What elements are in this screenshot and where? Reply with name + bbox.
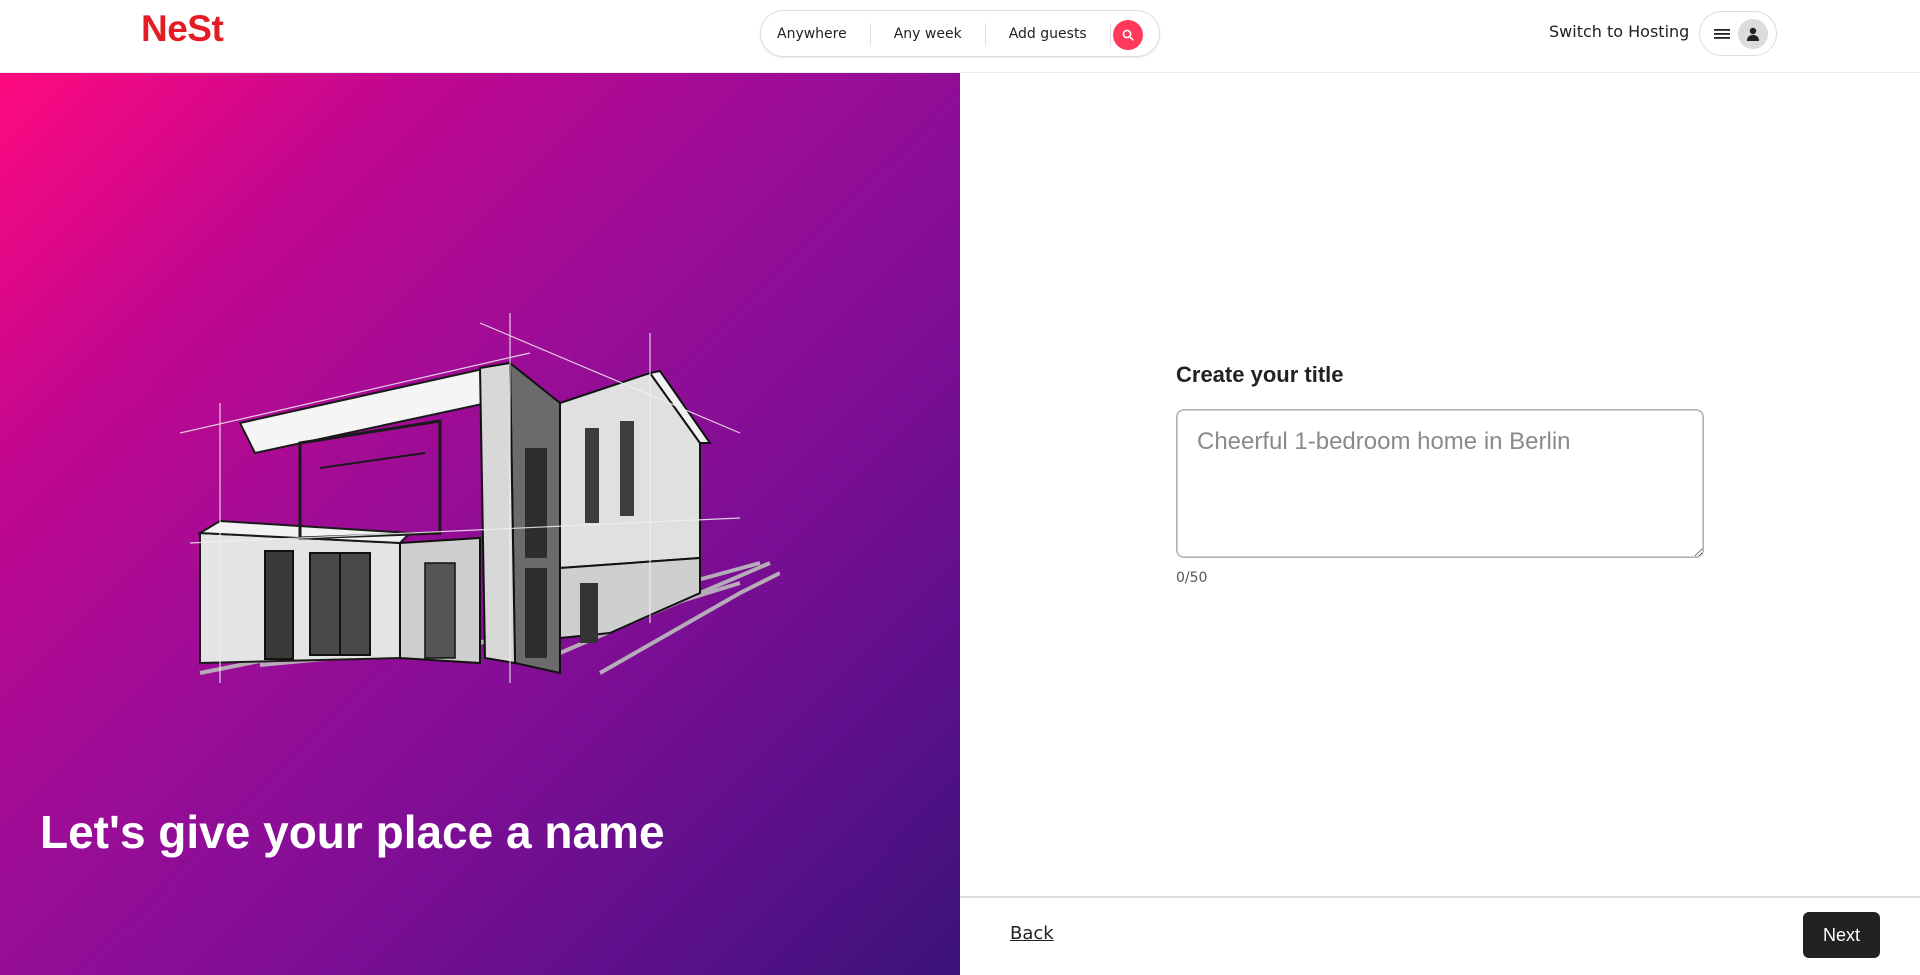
house-sketch-illustration <box>180 313 780 683</box>
search-bar[interactable]: Anywhere Any week Add guests <box>760 10 1160 57</box>
search-icon <box>1122 29 1134 41</box>
logo[interactable]: NeSt <box>141 8 224 50</box>
menu-icon <box>1714 28 1730 39</box>
switch-to-hosting-link[interactable]: Switch to Hosting <box>1549 22 1689 41</box>
search-location[interactable]: Anywhere <box>761 23 870 45</box>
avatar <box>1738 18 1768 49</box>
top-header: NeSt Anywhere Any week Add guests Switch… <box>0 0 1920 73</box>
form-heading: Create your title <box>1176 362 1344 387</box>
search-button[interactable] <box>1113 20 1143 50</box>
hero-panel: Let's give your place a name <box>0 73 960 975</box>
search-divider <box>1109 22 1111 45</box>
user-menu-button[interactable] <box>1699 11 1777 56</box>
next-button[interactable]: Next <box>1803 912 1880 958</box>
back-link[interactable]: Back <box>1010 923 1054 944</box>
hero-title: Let's give your place a name <box>40 806 665 858</box>
title-input[interactable] <box>1176 409 1704 558</box>
search-guests[interactable]: Add guests <box>986 23 1110 45</box>
character-count: 0/50 <box>1176 570 1208 586</box>
user-icon <box>1747 27 1759 41</box>
form-panel: Create your title 0/50 Back Next <box>960 73 1920 975</box>
footer-bar: Back Next <box>960 896 1920 975</box>
search-dates[interactable]: Any week <box>871 23 985 45</box>
